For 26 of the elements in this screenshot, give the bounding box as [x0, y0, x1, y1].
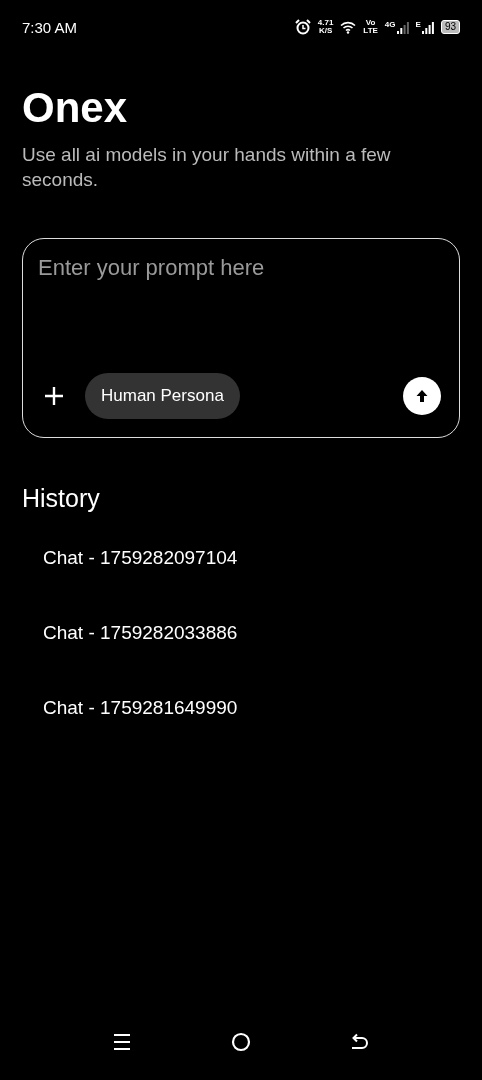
app-subtitle: Use all ai models in your hands within a few seconds. [22, 143, 392, 192]
network-type: 4G [384, 20, 396, 29]
history-item[interactable]: Chat - 1759281649990 [22, 697, 460, 772]
speed-value: 4.71 [317, 19, 334, 27]
history-item[interactable]: Chat - 1759282097104 [22, 547, 460, 622]
volte-label: Vo [365, 19, 376, 27]
add-icon[interactable] [43, 385, 65, 407]
battery-indicator: 93 [440, 20, 460, 34]
history-item[interactable]: Chat - 1759282033886 [22, 622, 460, 697]
alarm-icon [294, 19, 311, 35]
history-heading: History [22, 484, 101, 513]
persona-chip[interactable]: Human Persona [85, 373, 240, 419]
send-button[interactable] [403, 377, 441, 415]
network-type: E [415, 20, 421, 29]
up-arrow-icon [414, 388, 430, 404]
app-title: Onex [22, 84, 129, 132]
prompt-box[interactable]: Enter your prompt here Human Persona [22, 238, 460, 438]
menu-icon[interactable] [113, 1033, 131, 1051]
back-icon[interactable] [351, 1033, 369, 1051]
clock-time: 7:30 AM [22, 18, 78, 36]
home-icon[interactable] [231, 1032, 251, 1052]
wifi-icon [340, 20, 357, 34]
lte-label: LTE [363, 27, 378, 35]
signal-icon [421, 20, 434, 34]
signal-icon [396, 20, 409, 34]
speed-unit: K/S [318, 27, 333, 35]
